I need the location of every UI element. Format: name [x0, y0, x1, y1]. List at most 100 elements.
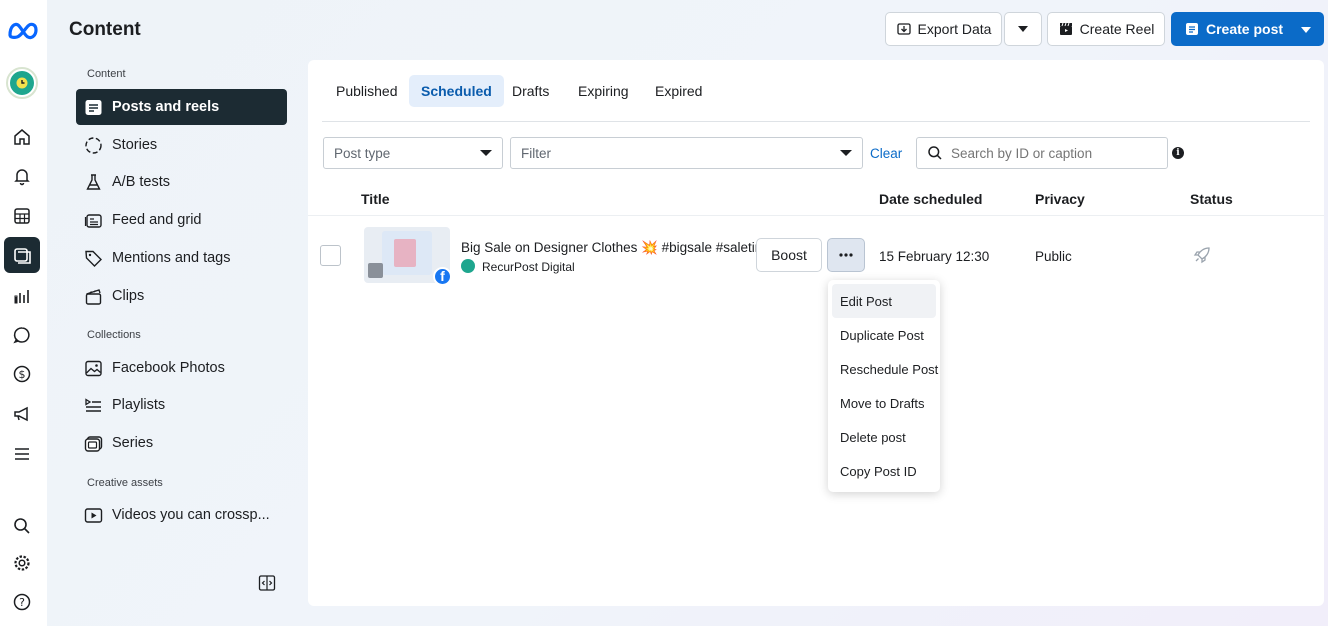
privacy-cell: Public — [1035, 249, 1072, 264]
menu-icon[interactable] — [4, 436, 40, 472]
posts-icon — [85, 99, 102, 115]
thumbnail-image-badge — [368, 263, 383, 278]
menu-item-delete-post[interactable]: Delete post — [832, 420, 936, 454]
filter-label: Filter — [521, 145, 551, 161]
feed-icon — [84, 213, 102, 228]
post-title[interactable]: Big Sale on Designer Clothes 💥 #bigsale … — [461, 240, 773, 256]
tab-scheduled[interactable]: Scheduled — [409, 75, 504, 107]
sidebar-item-label: Stories — [112, 137, 158, 153]
sidebar-item-label: Mentions and tags — [112, 250, 231, 266]
svg-text:?: ? — [19, 596, 25, 609]
info-icon[interactable]: i — [1172, 147, 1184, 159]
post-type-select[interactable]: Post type — [323, 137, 503, 169]
sidebar-item-mentions-and-tags[interactable]: Mentions and tags — [76, 240, 287, 276]
section-label-collections: Collections — [87, 329, 141, 341]
sidebar-item-playlists[interactable]: Playlists — [76, 387, 287, 423]
create-post-button[interactable]: Create post — [1171, 12, 1324, 46]
sidebar-item-label: A/B tests — [112, 174, 171, 190]
left-rail: $ ? — [0, 0, 47, 626]
inbox-icon[interactable] — [4, 317, 40, 353]
bell-icon[interactable] — [4, 158, 40, 194]
compose-icon — [1186, 23, 1198, 35]
sidebar-item-feed-and-grid[interactable]: Feed and grid — [76, 202, 287, 238]
date-scheduled-cell: 15 February 12:30 — [879, 249, 990, 264]
sidebar-item-label: Series — [112, 435, 154, 451]
export-data-label: Export Data — [917, 21, 992, 37]
sidebar-item-label: Feed and grid — [112, 212, 202, 228]
create-reel-button[interactable]: Create Reel — [1047, 12, 1165, 46]
search-box[interactable] — [916, 137, 1168, 169]
chevron-down-icon — [480, 150, 492, 156]
column-header-status[interactable]: Status — [1190, 191, 1233, 207]
menu-item-duplicate-post[interactable]: Duplicate Post — [832, 318, 936, 352]
sidebar-item-label: Playlists — [112, 397, 166, 413]
row-checkbox[interactable] — [320, 245, 341, 266]
sidebar-item-crosspost-videos[interactable]: Videos you can crossp... — [76, 497, 287, 533]
sidebar-item-facebook-photos[interactable]: Facebook Photos — [76, 350, 287, 386]
create-post-chevron-icon[interactable] — [1301, 27, 1311, 33]
search-icon[interactable] — [4, 508, 40, 544]
sidebar-item-posts-and-reels[interactable]: Posts and reels — [76, 89, 287, 125]
tab-expiring[interactable]: Expiring — [566, 75, 641, 107]
chevron-down-icon — [840, 150, 852, 156]
create-post-label: Create post — [1206, 21, 1284, 37]
column-header-privacy[interactable]: Privacy — [1035, 191, 1085, 207]
post-type-label: Post type — [334, 145, 391, 161]
tag-icon — [85, 250, 102, 267]
photo-icon — [85, 360, 102, 376]
column-header-date-scheduled[interactable]: Date scheduled — [879, 191, 982, 207]
playlist-icon — [85, 397, 101, 412]
export-data-button[interactable]: Export Data — [885, 12, 1002, 46]
search-icon — [928, 146, 942, 160]
menu-item-edit-post[interactable]: Edit Post — [832, 284, 936, 318]
boost-button[interactable]: Boost — [756, 238, 822, 272]
export-icon — [896, 23, 911, 35]
sidebar-item-label: Facebook Photos — [112, 360, 225, 376]
flask-icon — [86, 173, 101, 190]
sidebar-item-label: Clips — [112, 288, 145, 304]
sidebar-item-ab-tests[interactable]: A/B tests — [76, 164, 287, 200]
account-avatar[interactable] — [6, 67, 38, 99]
gear-icon[interactable] — [4, 545, 40, 581]
more-options-button[interactable] — [827, 238, 865, 272]
section-label-content: Content — [87, 68, 126, 80]
planner-icon[interactable] — [4, 198, 40, 234]
tab-divider — [322, 121, 1310, 122]
svg-text:$: $ — [19, 368, 26, 381]
insights-icon[interactable] — [4, 278, 40, 314]
export-dropdown-button[interactable] — [1004, 12, 1042, 46]
clear-filters-link[interactable]: Clear — [870, 146, 902, 161]
rocket-icon — [1193, 247, 1210, 264]
menu-item-reschedule-post[interactable]: Reschedule Post — [832, 352, 938, 386]
content-icon[interactable] — [4, 237, 40, 273]
megaphone-icon[interactable] — [4, 396, 40, 432]
search-input[interactable] — [951, 145, 1151, 161]
sidebar-item-label: Videos you can crossp... — [112, 507, 270, 523]
sidebar-item-stories[interactable]: Stories — [76, 127, 287, 163]
page-name: RecurPost Digital — [482, 260, 575, 274]
menu-item-move-to-drafts[interactable]: Move to Drafts — [832, 386, 936, 420]
thumbnail-image-product — [394, 239, 416, 267]
collapse-sidebar-icon[interactable] — [258, 574, 276, 592]
video-icon — [84, 507, 103, 523]
page-title: Content — [69, 19, 141, 40]
clapper-icon — [85, 288, 102, 305]
post-options-menu: Edit Post Duplicate Post Reschedule Post… — [828, 280, 940, 492]
sidebar-item-series[interactable]: Series — [76, 425, 287, 461]
monetization-icon[interactable]: $ — [4, 356, 40, 392]
help-icon[interactable]: ? — [4, 584, 40, 620]
sidebar-item-label: Posts and reels — [112, 99, 220, 115]
column-header-title[interactable]: Title — [361, 191, 390, 207]
meta-logo-icon[interactable] — [6, 20, 40, 42]
stories-icon — [85, 136, 102, 154]
clapper-icon — [1059, 22, 1072, 35]
tab-drafts[interactable]: Drafts — [500, 75, 561, 107]
chevron-down-icon — [1018, 26, 1028, 32]
sidebar-item-clips[interactable]: Clips — [76, 278, 287, 314]
header-divider — [308, 215, 1324, 216]
menu-item-copy-post-id[interactable]: Copy Post ID — [832, 454, 936, 488]
tab-expired[interactable]: Expired — [643, 75, 714, 107]
tab-published[interactable]: Published — [324, 75, 410, 107]
filter-select[interactable]: Filter — [510, 137, 863, 169]
home-icon[interactable] — [4, 119, 40, 155]
